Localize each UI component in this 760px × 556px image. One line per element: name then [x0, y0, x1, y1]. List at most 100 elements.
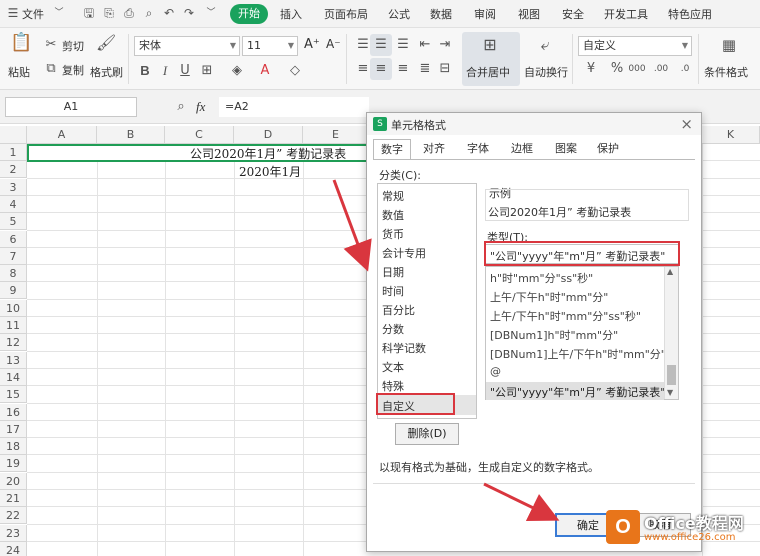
- row-header[interactable]: 21: [0, 490, 27, 507]
- percent-icon[interactable]: %: [608, 60, 626, 78]
- border-icon[interactable]: ⊞: [198, 62, 216, 80]
- font-color-icon[interactable]: A: [256, 62, 274, 80]
- row-header[interactable]: 3: [0, 179, 27, 196]
- distributed-icon[interactable]: ⊟: [436, 60, 454, 78]
- type-option[interactable]: 上午/下午h"时"mm"分"ss"秒": [490, 308, 641, 324]
- row-header[interactable]: 11: [0, 317, 27, 334]
- tab-formula[interactable]: 公式: [388, 6, 410, 22]
- row-header[interactable]: 10: [0, 300, 27, 317]
- row-header[interactable]: 13: [0, 352, 27, 369]
- type-option-selected[interactable]: "公司"yyyy"年"m"月” 考勤记录表": [490, 384, 665, 400]
- align-bottom-icon[interactable]: ☰: [394, 36, 412, 54]
- underline-icon[interactable]: U: [176, 62, 194, 80]
- cut-button[interactable]: 剪切: [62, 38, 84, 54]
- row-header[interactable]: 20: [0, 473, 27, 490]
- select-all-corner[interactable]: [0, 126, 27, 144]
- row-header[interactable]: 18: [0, 438, 27, 455]
- increase-font-button[interactable]: A⁺: [304, 37, 320, 52]
- category-general[interactable]: 常规: [382, 188, 404, 204]
- indent-decrease-icon[interactable]: ⇤: [416, 36, 434, 54]
- column-header-b[interactable]: B: [97, 126, 165, 144]
- italic-icon[interactable]: I: [156, 62, 174, 80]
- tab-protection[interactable]: 保护: [589, 139, 627, 159]
- row-header[interactable]: 12: [0, 334, 27, 351]
- format-painter-icon[interactable]: 🖌: [96, 34, 116, 52]
- print-icon[interactable]: ⎙: [122, 6, 136, 20]
- tab-number[interactable]: 数字: [373, 139, 411, 159]
- delete-button[interactable]: 删除(D): [395, 423, 459, 445]
- category-accounting[interactable]: 会计专用: [382, 245, 426, 261]
- row-header[interactable]: 7: [0, 248, 27, 265]
- row-header[interactable]: 2: [0, 161, 27, 178]
- column-header-k[interactable]: K: [702, 126, 760, 144]
- tab-border[interactable]: 边框: [503, 139, 541, 159]
- category-currency[interactable]: 货币: [382, 226, 404, 242]
- row-header[interactable]: 22: [0, 507, 27, 524]
- category-list[interactable]: 常规 数值 货币 会计专用 日期 时间 百分比 分数 科学记数 文本 特殊 自定…: [377, 183, 477, 419]
- tab-view[interactable]: 视图: [518, 6, 540, 22]
- tab-insert[interactable]: 插入: [280, 6, 302, 22]
- formula-input[interactable]: =A2: [219, 97, 369, 117]
- type-option[interactable]: [DBNum1]上午/下午h"时"mm"分": [490, 346, 666, 362]
- indent-increase-icon[interactable]: ⇥: [436, 36, 454, 54]
- decrease-font-button[interactable]: A⁻: [326, 37, 341, 51]
- align-center-icon[interactable]: ≡: [372, 60, 390, 78]
- currency-icon[interactable]: ¥: [582, 60, 600, 78]
- paste-button[interactable]: 粘贴: [8, 64, 30, 80]
- scroll-thumb[interactable]: [667, 365, 676, 385]
- row-header[interactable]: 4: [0, 196, 27, 213]
- tab-alignment[interactable]: 对齐: [415, 139, 453, 159]
- align-right-icon[interactable]: ≡: [394, 60, 412, 78]
- tab-security[interactable]: 安全: [562, 6, 584, 22]
- type-option[interactable]: @: [490, 365, 501, 378]
- row-header[interactable]: 1: [0, 144, 27, 161]
- category-date[interactable]: 日期: [382, 264, 404, 280]
- save-icon[interactable]: 🖫: [82, 6, 96, 20]
- name-box[interactable]: A1: [5, 97, 137, 117]
- column-header-c[interactable]: C: [165, 126, 234, 144]
- align-middle-icon[interactable]: ☰: [372, 36, 390, 54]
- row-header[interactable]: 9: [0, 282, 27, 299]
- category-number[interactable]: 数值: [382, 207, 404, 223]
- undo-icon[interactable]: ↶: [162, 6, 176, 20]
- copy-button[interactable]: 复制: [62, 62, 84, 78]
- row-header[interactable]: 16: [0, 404, 27, 421]
- file-menu[interactable]: 文件: [22, 6, 44, 22]
- paste-icon[interactable]: 📋: [10, 34, 32, 52]
- row-header[interactable]: 15: [0, 386, 27, 403]
- scissors-icon[interactable]: ✂: [42, 36, 60, 54]
- export-icon[interactable]: ⎘: [102, 6, 116, 20]
- tab-pattern[interactable]: 图案: [547, 139, 585, 159]
- type-list[interactable]: h"时"mm"分"ss"秒" 上午/下午h"时"mm"分" 上午/下午h"时"m…: [485, 266, 679, 400]
- wrap-text-icon[interactable]: ⤶: [536, 36, 554, 54]
- row-header[interactable]: 24: [0, 542, 27, 556]
- dialog-title-bar[interactable]: S 单元格格式 ×: [367, 113, 701, 135]
- row-header[interactable]: 14: [0, 369, 27, 386]
- category-percent[interactable]: 百分比: [382, 302, 415, 318]
- hamburger-menu-icon[interactable]: ☰: [6, 6, 20, 20]
- conditional-format-icon[interactable]: ▦: [720, 36, 738, 54]
- fill-color-icon[interactable]: ◈: [228, 62, 246, 80]
- tab-page-layout[interactable]: 页面布局: [324, 6, 368, 22]
- row-header[interactable]: 17: [0, 421, 27, 438]
- chevron-down-icon[interactable]: ﹀: [52, 6, 66, 20]
- category-time[interactable]: 时间: [382, 283, 404, 299]
- row-header[interactable]: 19: [0, 455, 27, 472]
- thousands-icon[interactable]: 000: [628, 60, 646, 78]
- wrap-text-button[interactable]: 自动换行: [524, 64, 568, 80]
- copy-icon[interactable]: ⧉: [42, 60, 60, 78]
- tab-special[interactable]: 特色应用: [668, 6, 712, 22]
- decrease-decimal-icon[interactable]: .0: [676, 60, 694, 78]
- type-option[interactable]: 上午/下午h"时"mm"分": [490, 289, 608, 305]
- format-painter-button[interactable]: 格式刷: [90, 64, 123, 80]
- tab-font[interactable]: 字体: [459, 139, 497, 159]
- type-option[interactable]: h"时"mm"分"ss"秒": [490, 270, 593, 286]
- column-header-e[interactable]: E: [303, 126, 369, 144]
- fx-icon[interactable]: fx: [196, 99, 205, 115]
- justify-icon[interactable]: ≣: [416, 60, 434, 78]
- merge-center-button[interactable]: 合并居中: [466, 64, 510, 80]
- conditional-format-button[interactable]: 条件格式: [704, 64, 748, 80]
- increase-decimal-icon[interactable]: .00: [652, 60, 670, 78]
- category-scientific[interactable]: 科学记数: [382, 340, 426, 356]
- category-fraction[interactable]: 分数: [382, 321, 404, 337]
